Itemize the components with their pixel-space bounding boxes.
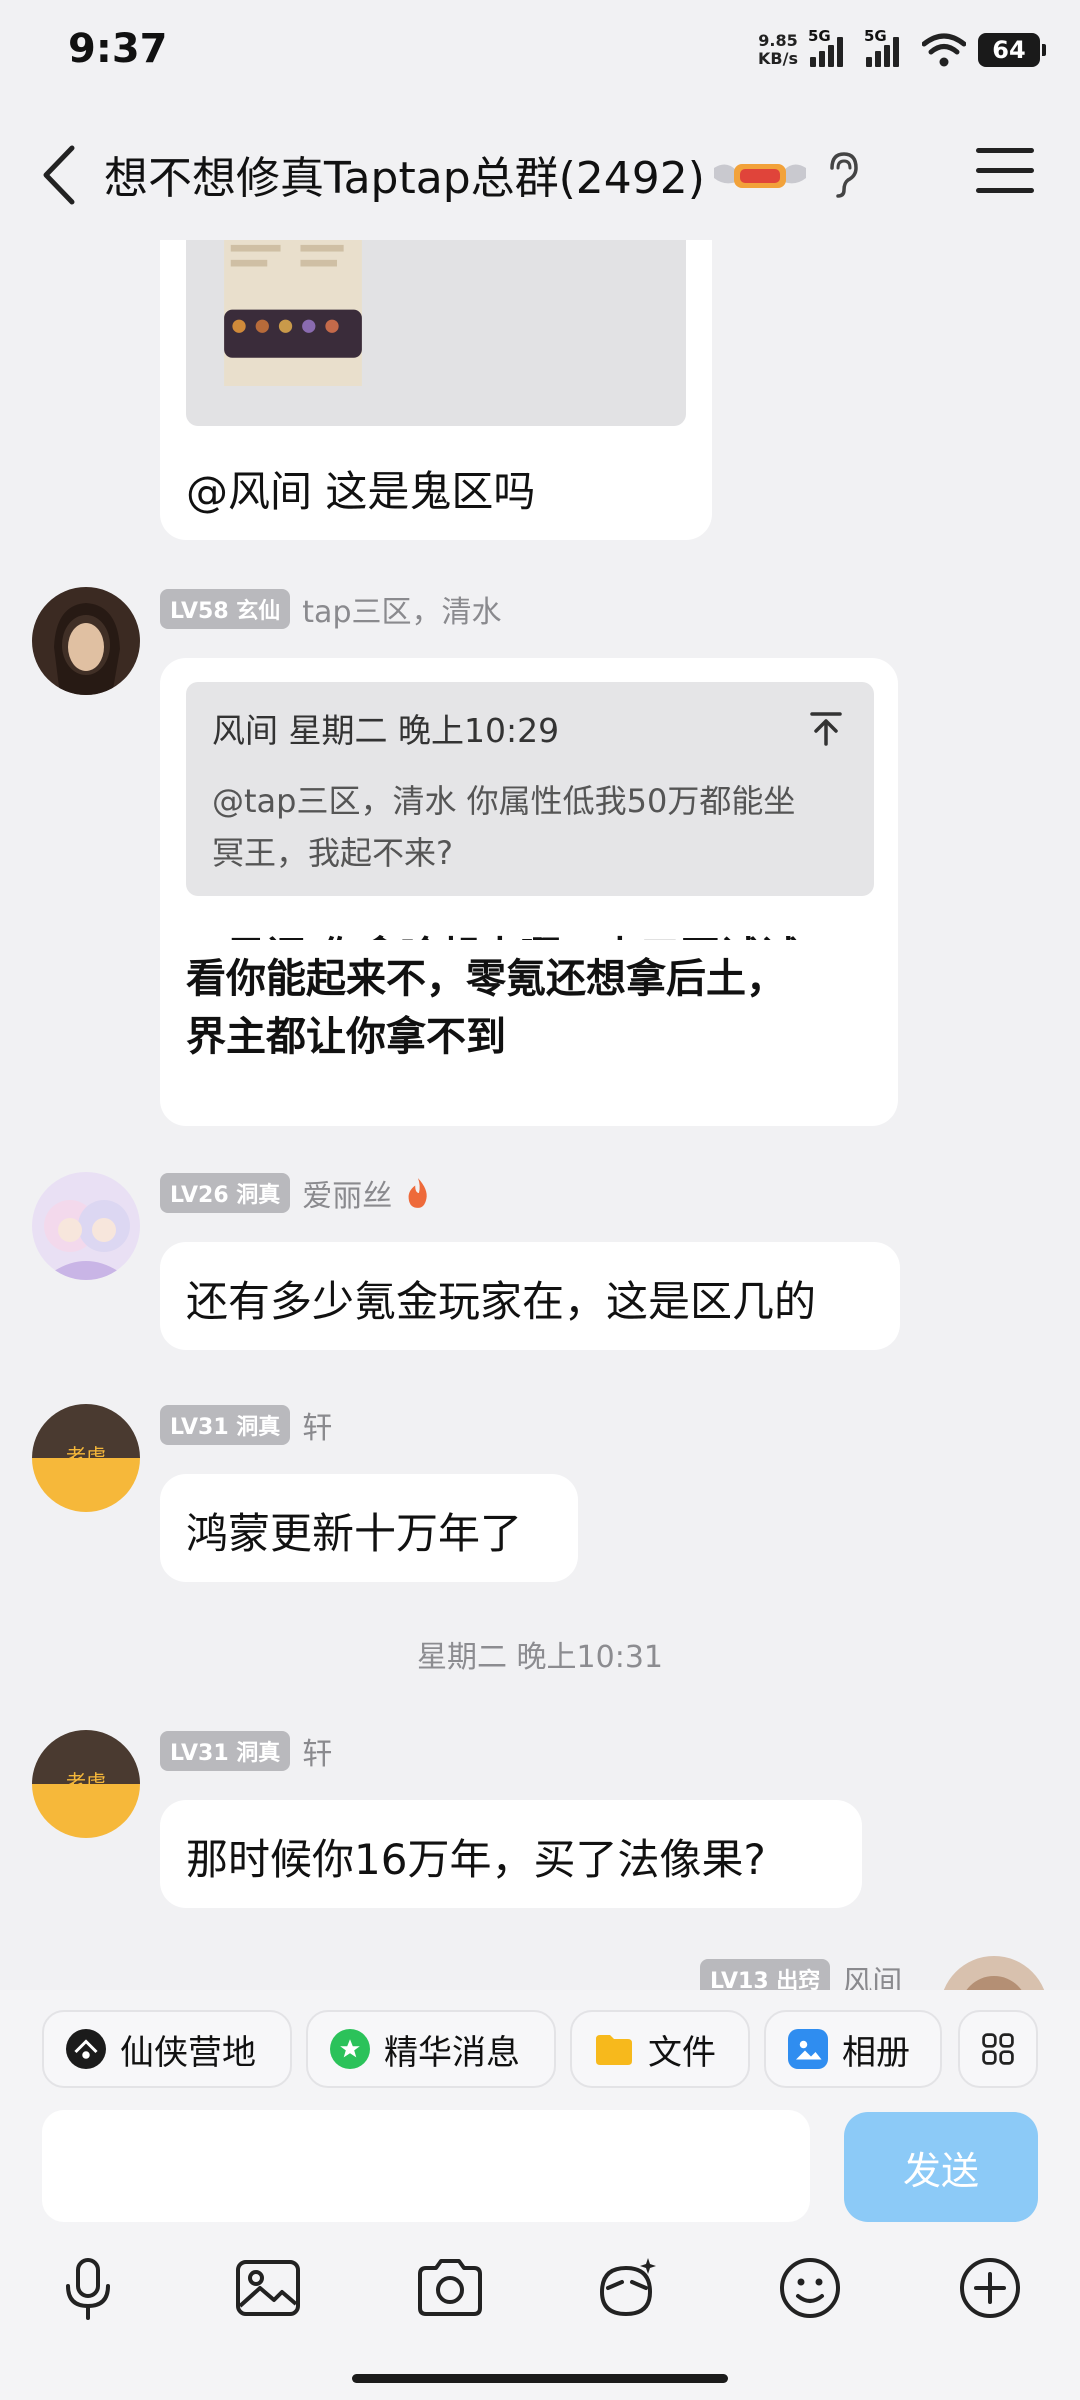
emoji-icon[interactable] [774, 2252, 846, 2324]
message-text: 鸿蒙更新十万年了 [186, 1509, 523, 1558]
message-meta: LV26 洞真 爱丽丝 [160, 1172, 432, 1214]
avatar[interactable] [940, 1956, 1048, 1990]
group-title[interactable]: 想不想修真Taptap总群(2492) [104, 142, 705, 206]
quick-action-label: 精华消息 [384, 2032, 520, 2073]
message-text-line: 界主都让你拿不到 [186, 1013, 506, 1060]
level-badge: LV31 洞真 [160, 1731, 291, 1771]
message-bubble-continued[interactable]: 看你能起来不，零氪还想拿后土， 界主都让你拿不到 [160, 940, 898, 1126]
input-panel: 仙侠营地 精华消息 文件 相册 发送 [0, 1990, 1080, 2400]
message-bubble[interactable]: 那时候你16万年，买了法像果? [160, 1800, 862, 1908]
signal-icon: 5G [808, 27, 854, 67]
message-bubble[interactable]: 还有多少氪金玩家在，这是区几的 [160, 1242, 900, 1350]
quick-action-label: 仙侠营地 [120, 2032, 256, 2073]
level-badge: LV58 玄仙 [160, 589, 291, 629]
chat-messages[interactable]: @风间 这是鬼区吗 LV58 玄仙 tap三区，清水 风间 星期二 晚上10:2… [0, 240, 1080, 1990]
home-indicator[interactable] [352, 2374, 728, 2383]
flame-icon [408, 1178, 427, 1208]
quick-action-album[interactable]: 相册 [764, 2010, 942, 2088]
camera-icon[interactable] [414, 2252, 486, 2324]
add-icon[interactable] [954, 2252, 1026, 2324]
username[interactable]: 轩 [302, 1729, 332, 1773]
username[interactable]: 轩 [302, 1403, 332, 1447]
message-text: 还有多少氪金玩家在，这是区几的 [186, 1277, 817, 1326]
avatar-text: 老虎 [66, 1444, 106, 1468]
star-badge-icon [330, 2029, 370, 2069]
avatar-image [32, 1172, 140, 1280]
ai-sticker-icon[interactable] [592, 2252, 664, 2324]
folder-icon [594, 2029, 634, 2069]
avatar[interactable] [32, 587, 140, 695]
chat-header: 想不想修真Taptap总群(2492) [0, 110, 1080, 240]
avatar[interactable]: 老虎 [32, 1404, 140, 1512]
quick-actions-bar: 仙侠营地 精华消息 文件 相册 [0, 2010, 1080, 2090]
message-bubble[interactable]: 风间 星期二 晚上10:29 @tap三区，清水 你属性低我50万都能坐 冥王，… [160, 658, 898, 980]
username[interactable]: 爱丽丝 [302, 1171, 392, 1215]
camp-icon [66, 2029, 106, 2069]
quote-text-line: @tap三区，清水 你属性低我50万都能坐 [212, 782, 796, 820]
message-input[interactable] [42, 2110, 810, 2222]
message-text: @风间 这是鬼区吗 [186, 467, 536, 516]
ear-icon[interactable] [826, 150, 860, 198]
quote-header: 风间 星期二 晚上10:29 [212, 711, 560, 750]
status-bar: 9:37 9.85 KB/s 5G 5G 64 [0, 0, 1080, 100]
grid-icon [982, 2033, 1014, 2065]
quick-action-xianxia-camp[interactable]: 仙侠营地 [42, 2010, 292, 2088]
menu-button[interactable] [976, 148, 1034, 202]
network-speed: 9.85 KB/s [758, 31, 798, 68]
level-badge: LV13 出窍 [700, 1959, 831, 1990]
group-level-badge-icon [714, 164, 806, 188]
quick-action-files[interactable]: 文件 [570, 2010, 750, 2088]
send-button[interactable]: 发送 [844, 2112, 1038, 2222]
status-time: 9:37 [68, 26, 168, 72]
jump-to-original-icon[interactable] [806, 708, 846, 748]
quick-action-highlights[interactable]: 精华消息 [306, 2010, 556, 2088]
level-badge: LV26 洞真 [160, 1173, 291, 1213]
level-badge: LV31 洞真 [160, 1405, 291, 1445]
battery-indicator: 64 [978, 33, 1046, 67]
username[interactable]: 风间 [842, 1957, 902, 1990]
back-button[interactable] [30, 140, 90, 210]
avatar-text: 老虎 [66, 1770, 106, 1794]
photo-album-icon [788, 2029, 828, 2069]
quote-text-line: 冥王，我起不来? [212, 834, 453, 872]
quick-action-label: 相册 [842, 2032, 910, 2073]
time-separator: 星期二 晚上10:31 [417, 1640, 663, 1675]
avatar[interactable]: 老虎 [32, 1730, 140, 1838]
username[interactable]: tap三区，清水 [302, 587, 501, 631]
image-icon[interactable] [232, 2252, 304, 2324]
quoted-message[interactable]: 风间 星期二 晚上10:29 @tap三区，清水 你属性低我50万都能坐 冥王，… [186, 682, 874, 896]
message-meta: LV13 出窍 风间 [700, 1958, 902, 1990]
wifi-icon [922, 33, 966, 67]
avatar-image [32, 587, 140, 695]
more-apps-button[interactable] [958, 2010, 1038, 2088]
message-meta: LV31 洞真 轩 [160, 1730, 332, 1772]
microphone-icon[interactable] [52, 2252, 124, 2324]
message-bubble[interactable]: @风间 这是鬼区吗 [160, 240, 712, 540]
image-attachment-frame[interactable] [186, 240, 686, 426]
message-text-line: 看你能起来不，零氪还想拿后土， [186, 955, 786, 1002]
message-bubble[interactable]: 鸿蒙更新十万年了 [160, 1474, 578, 1582]
avatar[interactable] [32, 1172, 140, 1280]
message-meta: LV58 玄仙 tap三区，清水 [160, 588, 502, 630]
status-icons: 9.85 KB/s 5G 5G 64 [758, 22, 1046, 78]
game-screenshot-image[interactable] [210, 240, 376, 386]
message-meta: LV31 洞真 轩 [160, 1404, 332, 1446]
quick-action-label: 文件 [648, 2032, 716, 2073]
message-text: 那时候你16万年，买了法像果? [186, 1835, 766, 1884]
signal-icon-2: 5G [864, 27, 910, 67]
